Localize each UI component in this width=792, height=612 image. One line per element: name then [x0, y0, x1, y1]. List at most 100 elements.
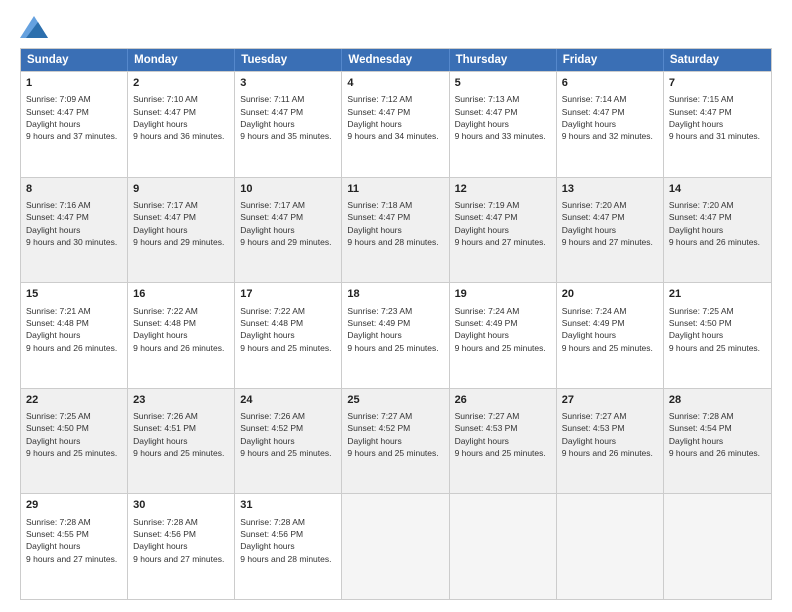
cell-detail: Sunrise: 7:19 AM Sunset: 4:47 PM Dayligh… — [455, 199, 551, 248]
header — [20, 16, 772, 38]
calendar-cell: 14 Sunrise: 7:20 AM Sunset: 4:47 PM Dayl… — [664, 178, 771, 283]
page: SundayMondayTuesdayWednesdayThursdayFrid… — [0, 0, 792, 612]
calendar-cell: 16 Sunrise: 7:22 AM Sunset: 4:48 PM Dayl… — [128, 283, 235, 388]
calendar-header: SundayMondayTuesdayWednesdayThursdayFrid… — [21, 49, 771, 71]
cell-detail: Sunrise: 7:09 AM Sunset: 4:47 PM Dayligh… — [26, 93, 122, 142]
day-number: 27 — [562, 393, 658, 408]
calendar-cell — [664, 494, 771, 599]
cell-detail: Sunrise: 7:10 AM Sunset: 4:47 PM Dayligh… — [133, 93, 229, 142]
day-number: 11 — [347, 182, 443, 197]
cell-detail: Sunrise: 7:24 AM Sunset: 4:49 PM Dayligh… — [455, 305, 551, 354]
day-number: 2 — [133, 76, 229, 91]
day-number: 26 — [455, 393, 551, 408]
calendar-cell: 1 Sunrise: 7:09 AM Sunset: 4:47 PM Dayli… — [21, 72, 128, 177]
calendar-cell — [450, 494, 557, 599]
calendar-header-cell: Saturday — [664, 49, 771, 71]
day-number: 9 — [133, 182, 229, 197]
day-number: 18 — [347, 287, 443, 302]
calendar-week: 22 Sunrise: 7:25 AM Sunset: 4:50 PM Dayl… — [21, 388, 771, 494]
calendar-cell: 27 Sunrise: 7:27 AM Sunset: 4:53 PM Dayl… — [557, 389, 664, 494]
calendar-header-cell: Monday — [128, 49, 235, 71]
day-number: 19 — [455, 287, 551, 302]
day-number: 17 — [240, 287, 336, 302]
cell-detail: Sunrise: 7:16 AM Sunset: 4:47 PM Dayligh… — [26, 199, 122, 248]
day-number: 8 — [26, 182, 122, 197]
calendar-cell: 28 Sunrise: 7:28 AM Sunset: 4:54 PM Dayl… — [664, 389, 771, 494]
calendar-week: 15 Sunrise: 7:21 AM Sunset: 4:48 PM Dayl… — [21, 282, 771, 388]
calendar-cell: 6 Sunrise: 7:14 AM Sunset: 4:47 PM Dayli… — [557, 72, 664, 177]
cell-detail: Sunrise: 7:27 AM Sunset: 4:53 PM Dayligh… — [455, 410, 551, 459]
day-number: 12 — [455, 182, 551, 197]
calendar-cell: 26 Sunrise: 7:27 AM Sunset: 4:53 PM Dayl… — [450, 389, 557, 494]
calendar-cell: 5 Sunrise: 7:13 AM Sunset: 4:47 PM Dayli… — [450, 72, 557, 177]
calendar-cell: 12 Sunrise: 7:19 AM Sunset: 4:47 PM Dayl… — [450, 178, 557, 283]
calendar-cell: 15 Sunrise: 7:21 AM Sunset: 4:48 PM Dayl… — [21, 283, 128, 388]
day-number: 20 — [562, 287, 658, 302]
cell-detail: Sunrise: 7:28 AM Sunset: 4:54 PM Dayligh… — [669, 410, 766, 459]
calendar-week: 29 Sunrise: 7:28 AM Sunset: 4:55 PM Dayl… — [21, 493, 771, 599]
calendar-cell: 7 Sunrise: 7:15 AM Sunset: 4:47 PM Dayli… — [664, 72, 771, 177]
cell-detail: Sunrise: 7:22 AM Sunset: 4:48 PM Dayligh… — [240, 305, 336, 354]
day-number: 29 — [26, 498, 122, 513]
day-number: 28 — [669, 393, 766, 408]
calendar-week: 8 Sunrise: 7:16 AM Sunset: 4:47 PM Dayli… — [21, 177, 771, 283]
cell-detail: Sunrise: 7:25 AM Sunset: 4:50 PM Dayligh… — [26, 410, 122, 459]
day-number: 23 — [133, 393, 229, 408]
cell-detail: Sunrise: 7:28 AM Sunset: 4:56 PM Dayligh… — [133, 516, 229, 565]
cell-detail: Sunrise: 7:27 AM Sunset: 4:53 PM Dayligh… — [562, 410, 658, 459]
cell-detail: Sunrise: 7:20 AM Sunset: 4:47 PM Dayligh… — [669, 199, 766, 248]
cell-detail: Sunrise: 7:11 AM Sunset: 4:47 PM Dayligh… — [240, 93, 336, 142]
cell-detail: Sunrise: 7:18 AM Sunset: 4:47 PM Dayligh… — [347, 199, 443, 248]
logo-icon — [20, 16, 48, 38]
cell-detail: Sunrise: 7:25 AM Sunset: 4:50 PM Dayligh… — [669, 305, 766, 354]
calendar-cell: 31 Sunrise: 7:28 AM Sunset: 4:56 PM Dayl… — [235, 494, 342, 599]
calendar-cell — [342, 494, 449, 599]
calendar-cell: 20 Sunrise: 7:24 AM Sunset: 4:49 PM Dayl… — [557, 283, 664, 388]
calendar-cell: 25 Sunrise: 7:27 AM Sunset: 4:52 PM Dayl… — [342, 389, 449, 494]
cell-detail: Sunrise: 7:20 AM Sunset: 4:47 PM Dayligh… — [562, 199, 658, 248]
day-number: 6 — [562, 76, 658, 91]
cell-detail: Sunrise: 7:27 AM Sunset: 4:52 PM Dayligh… — [347, 410, 443, 459]
day-number: 4 — [347, 76, 443, 91]
calendar-header-cell: Thursday — [450, 49, 557, 71]
cell-detail: Sunrise: 7:24 AM Sunset: 4:49 PM Dayligh… — [562, 305, 658, 354]
day-number: 21 — [669, 287, 766, 302]
calendar-cell — [557, 494, 664, 599]
calendar-cell: 23 Sunrise: 7:26 AM Sunset: 4:51 PM Dayl… — [128, 389, 235, 494]
cell-detail: Sunrise: 7:28 AM Sunset: 4:56 PM Dayligh… — [240, 516, 336, 565]
day-number: 13 — [562, 182, 658, 197]
calendar-cell: 11 Sunrise: 7:18 AM Sunset: 4:47 PM Dayl… — [342, 178, 449, 283]
cell-detail: Sunrise: 7:21 AM Sunset: 4:48 PM Dayligh… — [26, 305, 122, 354]
calendar-cell: 19 Sunrise: 7:24 AM Sunset: 4:49 PM Dayl… — [450, 283, 557, 388]
calendar-cell: 18 Sunrise: 7:23 AM Sunset: 4:49 PM Dayl… — [342, 283, 449, 388]
calendar-cell: 3 Sunrise: 7:11 AM Sunset: 4:47 PM Dayli… — [235, 72, 342, 177]
calendar-header-cell: Wednesday — [342, 49, 449, 71]
cell-detail: Sunrise: 7:17 AM Sunset: 4:47 PM Dayligh… — [133, 199, 229, 248]
calendar-header-cell: Tuesday — [235, 49, 342, 71]
calendar-week: 1 Sunrise: 7:09 AM Sunset: 4:47 PM Dayli… — [21, 71, 771, 177]
calendar-cell: 24 Sunrise: 7:26 AM Sunset: 4:52 PM Dayl… — [235, 389, 342, 494]
cell-detail: Sunrise: 7:12 AM Sunset: 4:47 PM Dayligh… — [347, 93, 443, 142]
day-number: 22 — [26, 393, 122, 408]
calendar-cell: 30 Sunrise: 7:28 AM Sunset: 4:56 PM Dayl… — [128, 494, 235, 599]
calendar-cell: 4 Sunrise: 7:12 AM Sunset: 4:47 PM Dayli… — [342, 72, 449, 177]
cell-detail: Sunrise: 7:17 AM Sunset: 4:47 PM Dayligh… — [240, 199, 336, 248]
day-number: 7 — [669, 76, 766, 91]
calendar-body: 1 Sunrise: 7:09 AM Sunset: 4:47 PM Dayli… — [21, 71, 771, 599]
calendar-cell: 17 Sunrise: 7:22 AM Sunset: 4:48 PM Dayl… — [235, 283, 342, 388]
cell-detail: Sunrise: 7:26 AM Sunset: 4:52 PM Dayligh… — [240, 410, 336, 459]
calendar-header-cell: Sunday — [21, 49, 128, 71]
day-number: 24 — [240, 393, 336, 408]
calendar-cell: 13 Sunrise: 7:20 AM Sunset: 4:47 PM Dayl… — [557, 178, 664, 283]
cell-detail: Sunrise: 7:22 AM Sunset: 4:48 PM Dayligh… — [133, 305, 229, 354]
day-number: 5 — [455, 76, 551, 91]
day-number: 30 — [133, 498, 229, 513]
day-number: 31 — [240, 498, 336, 513]
cell-detail: Sunrise: 7:26 AM Sunset: 4:51 PM Dayligh… — [133, 410, 229, 459]
logo — [20, 16, 52, 38]
calendar-cell: 21 Sunrise: 7:25 AM Sunset: 4:50 PM Dayl… — [664, 283, 771, 388]
calendar-cell: 10 Sunrise: 7:17 AM Sunset: 4:47 PM Dayl… — [235, 178, 342, 283]
day-number: 15 — [26, 287, 122, 302]
day-number: 3 — [240, 76, 336, 91]
cell-detail: Sunrise: 7:14 AM Sunset: 4:47 PM Dayligh… — [562, 93, 658, 142]
